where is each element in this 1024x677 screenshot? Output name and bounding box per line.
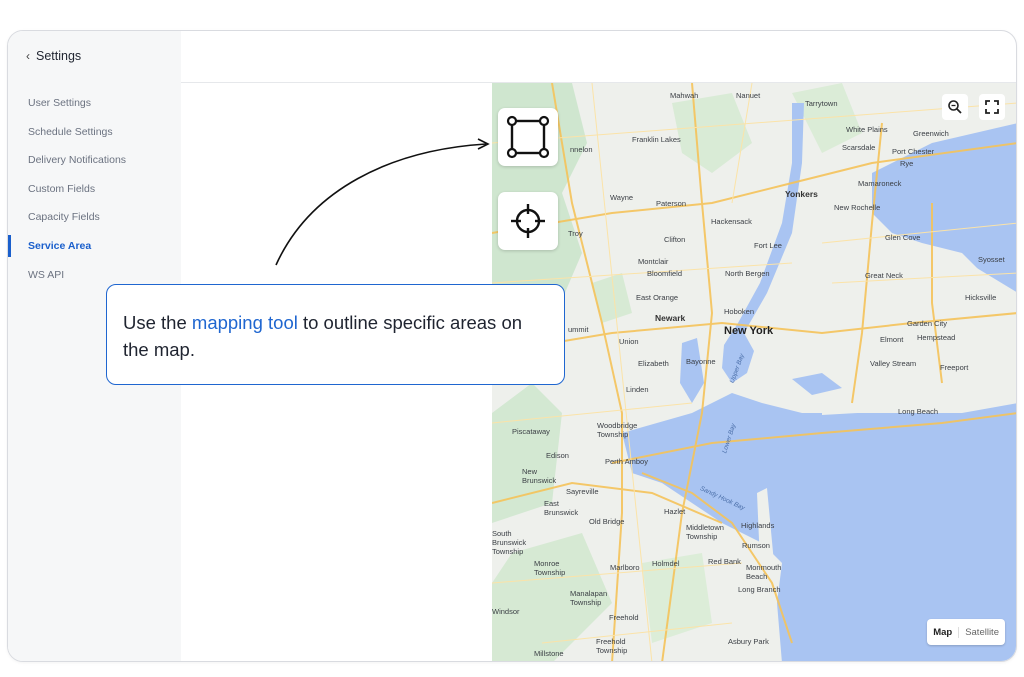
draw-polygon-tool-button[interactable] xyxy=(498,108,558,166)
map-label: Paterson xyxy=(656,199,687,208)
map-type-satellite-button[interactable]: Satellite xyxy=(959,627,1005,638)
map-label: Marlboro xyxy=(610,563,640,572)
map-label: East Brunswick xyxy=(544,499,579,517)
map-label: Long Branch xyxy=(738,585,781,594)
map-label: Hempstead xyxy=(917,333,956,342)
map-label: Glen Cove xyxy=(885,233,921,242)
map-label: Syosset xyxy=(978,255,1005,264)
map-label: Highlands xyxy=(741,521,775,530)
map-label: Nanuet xyxy=(736,91,761,100)
map-label: Bayonne xyxy=(686,357,716,366)
sidebar-item-user-settings[interactable]: User Settings xyxy=(8,89,181,118)
map-label: Old Bridge xyxy=(589,517,625,526)
map-label: Valley Stream xyxy=(870,359,917,368)
map-label: Middletown Township xyxy=(686,523,724,541)
map-label: Manalapan Township xyxy=(570,589,608,607)
back-link-label: Settings xyxy=(36,49,82,63)
map-label: Clifton xyxy=(664,235,686,244)
map-label: Perth Amboy xyxy=(605,457,648,466)
map-label: Freehold Township xyxy=(596,637,628,655)
settings-nav: User Settings Schedule Settings Delivery… xyxy=(8,89,181,289)
map-label: Freeport xyxy=(940,363,969,372)
map-label: Mamaroneck xyxy=(858,179,902,188)
map-label: Hoboken xyxy=(724,307,755,316)
map-label: Red Bank xyxy=(708,557,741,566)
map-label: Holmdel xyxy=(652,559,680,568)
map-label: Woodbridge Township xyxy=(597,421,638,439)
map-label: Greenwich xyxy=(913,129,949,138)
map-label: Elizabeth xyxy=(638,359,669,368)
map-label: Freehold xyxy=(609,613,639,622)
service-area-map[interactable]: Mahwah Nanuet Tarrytown White Plains Gre… xyxy=(492,83,1016,661)
callout-highlight: mapping tool xyxy=(191,312,298,333)
sidebar-item-service-area[interactable]: Service Area xyxy=(8,232,181,261)
map-label: Troy xyxy=(568,229,583,238)
zoom-icon xyxy=(948,100,962,114)
map-label: Great Neck xyxy=(865,271,903,280)
map-label: Wayne xyxy=(610,193,634,202)
map-label: Elmont xyxy=(880,335,904,344)
tooltip-callout: Use the mapping tool to outline specific… xyxy=(106,284,565,385)
map-label: Rumson xyxy=(742,541,770,550)
fullscreen-icon xyxy=(985,100,999,114)
map-label: Hackensack xyxy=(711,217,752,226)
map-label: Mahwah xyxy=(670,91,699,100)
map-label: Millstone xyxy=(534,649,564,658)
map-type-map-button[interactable]: Map xyxy=(927,626,960,638)
map-label: Port Chester xyxy=(892,147,935,156)
map-zoom-button[interactable] xyxy=(942,94,968,120)
map-label: Union xyxy=(619,337,639,346)
callout-text-before: Use the xyxy=(123,312,192,333)
map-label: New Brunswick xyxy=(522,467,557,485)
map-label: Bloomfield xyxy=(647,269,683,278)
map-fullscreen-button[interactable] xyxy=(979,94,1005,120)
map-label: Long Beach xyxy=(898,407,939,416)
sidebar-item-delivery-notifications[interactable]: Delivery Notifications xyxy=(8,146,181,175)
map-label: Newark xyxy=(655,313,686,323)
map-label: Sayreville xyxy=(566,487,599,496)
back-to-settings-link[interactable]: ‹ Settings xyxy=(26,49,81,63)
map-label: Asbury Park xyxy=(728,637,769,646)
map-label: New Rochelle xyxy=(834,203,881,212)
map-label: Franklin Lakes xyxy=(632,135,681,144)
map-label: Tarrytown xyxy=(805,99,838,108)
map-label: Monmouth Beach xyxy=(746,563,782,581)
map-label: White Plains xyxy=(846,125,888,134)
map-label: Hazlet xyxy=(664,507,686,516)
map-label: Piscataway xyxy=(512,427,550,436)
map-type-control: Map Satellite xyxy=(927,619,1005,645)
map-label: Linden xyxy=(626,385,649,394)
map-label: Scarsdale xyxy=(842,143,876,152)
map-label: Hicksville xyxy=(965,293,997,302)
map-label: Monroe Township xyxy=(534,559,566,577)
map-label: North Bergen xyxy=(725,269,770,278)
map-label: nnelon xyxy=(570,145,593,154)
map-label: New York xyxy=(724,325,774,337)
locate-tool-button[interactable] xyxy=(498,192,558,250)
sidebar-item-capacity-fields[interactable]: Capacity Fields xyxy=(8,203,181,232)
map-label: Yonkers xyxy=(785,189,818,199)
crosshair-icon xyxy=(511,204,545,238)
map-label: ummit xyxy=(568,325,589,334)
chevron-left-icon: ‹ xyxy=(26,49,30,63)
map-label: Fort Lee xyxy=(754,241,782,250)
map-label: Montclair xyxy=(638,257,669,266)
sidebar-item-schedule-settings[interactable]: Schedule Settings xyxy=(8,118,181,147)
map-label: East Orange xyxy=(636,293,679,302)
map-label: Edison xyxy=(546,451,569,460)
sidebar-item-custom-fields[interactable]: Custom Fields xyxy=(8,175,181,204)
map-label: Windsor xyxy=(492,607,520,616)
map-label: South Brunswick Township xyxy=(492,529,527,556)
map-label: Rye xyxy=(900,159,914,168)
polygon-draw-icon xyxy=(506,115,550,159)
map-label: Garden City xyxy=(907,319,948,328)
